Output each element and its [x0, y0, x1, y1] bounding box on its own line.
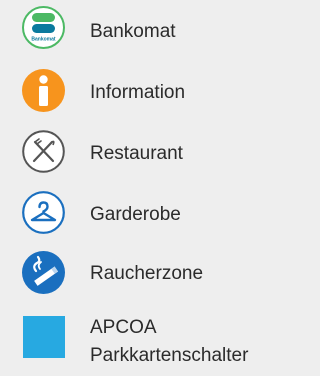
legend-label-information: Information: [90, 82, 186, 103]
garderobe-icon: [22, 191, 65, 234]
legend-label-apcoa-line1: APCOA: [90, 317, 157, 338]
smoking-area-icon: [22, 251, 65, 294]
legend-label-bankomat: Bankomat: [90, 21, 176, 42]
legend-label-garderobe: Garderobe: [90, 204, 181, 225]
bankomat-icon: Bankomat: [22, 6, 65, 49]
restaurant-icon: [22, 130, 65, 173]
legend-label-raucherzone: Raucherzone: [90, 263, 204, 284]
map-legend: Bankomat Bankomat Information Restaurant…: [0, 0, 287, 376]
information-icon: [22, 69, 65, 112]
legend-label-restaurant: Restaurant: [90, 143, 183, 164]
bankomat-icon-text: Bankomat: [31, 37, 56, 43]
parking-card-counter-icon: [23, 316, 65, 358]
legend-label-apcoa-line2: Parkkartenschalter: [90, 345, 249, 366]
